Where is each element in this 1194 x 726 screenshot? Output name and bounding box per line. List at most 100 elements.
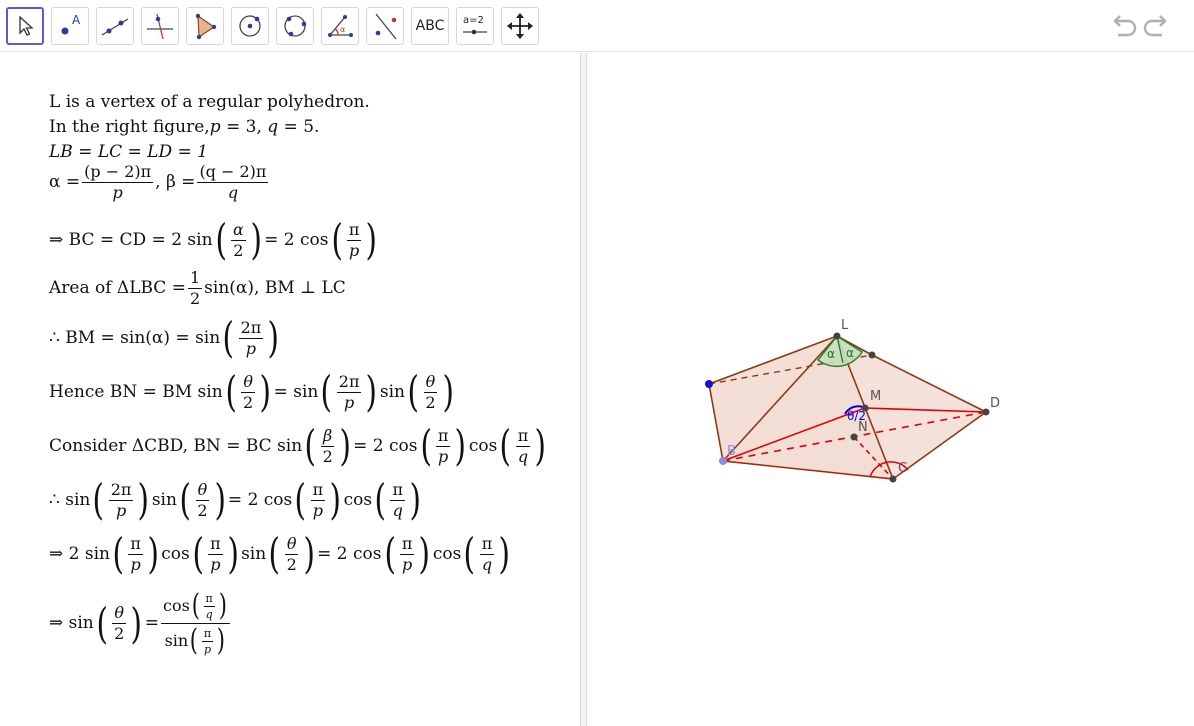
paren-group: 2πp	[220, 317, 281, 359]
paren-group: θ2	[223, 371, 274, 413]
bc-mid: = 2 cos	[264, 229, 329, 250]
move-graphics-view-tool-button[interactable]	[501, 7, 539, 45]
point-N[interactable]	[850, 433, 858, 441]
circle-tool-button[interactable]	[231, 7, 269, 45]
numerator: π	[201, 626, 214, 642]
bm-equation: ∴ BM = sin(α) = sin 2πp	[49, 317, 282, 359]
area-lhs: Area of ΔLBC =	[49, 278, 186, 298]
vertex-D[interactable]	[982, 408, 990, 416]
numerator: π	[208, 533, 223, 555]
label-C: C	[898, 461, 907, 476]
fraction: 2πp	[108, 479, 134, 519]
numerator: π	[390, 479, 405, 501]
text-tool-button[interactable]: ABC	[411, 7, 449, 45]
fraction: πq	[515, 427, 531, 466]
redo-icon[interactable]	[1140, 13, 1172, 41]
cos-word: cos	[468, 435, 498, 456]
vertex-L[interactable]	[833, 332, 841, 340]
numerator: 2π	[108, 479, 134, 501]
label-N: N	[858, 420, 868, 435]
paren-group: θ2	[266, 533, 317, 575]
polygon-tool-button[interactable]	[186, 7, 224, 45]
denominator: p	[204, 642, 212, 656]
angle-tool-button[interactable]: α	[321, 7, 359, 45]
therefore-equation: ∴ sin 2πp sin θ2 = 2 cos πp cos πq	[49, 479, 423, 521]
paren-group: 2πp	[318, 371, 379, 413]
polyhedron-figure: α α θ/2 L M D N B C	[705, 318, 1000, 483]
undo-icon[interactable]	[1108, 13, 1140, 41]
fraction: 2πp	[238, 319, 264, 357]
line-tool-button[interactable]	[96, 7, 134, 45]
denominator: p	[438, 446, 449, 466]
final-equation: ⇒ sin θ2 = cos πq sin πp	[49, 591, 232, 656]
equals-sign: =	[144, 613, 159, 633]
toolbar: A α ABC a=2	[0, 0, 1194, 52]
vertex-right[interactable]	[868, 351, 876, 359]
alpha-label-2: α	[846, 346, 854, 360]
text-line-3: LB = LC = LD = 1	[49, 142, 208, 162]
implies-2sin-equation: ⇒ 2 sin πp cos πp sin θ2 = 2 cos πp cos …	[49, 533, 513, 575]
fraction: 2πp	[336, 371, 362, 411]
sin-word: sin	[151, 489, 177, 510]
paren-group: πp	[418, 425, 469, 467]
numerator: 2π	[336, 371, 362, 393]
fraction: πq	[479, 535, 495, 573]
perpendicular-line-icon	[147, 13, 173, 40]
paren-group: πp	[188, 626, 227, 656]
bc-lhs: ⇒ BC = CD = 2 sin	[49, 229, 213, 250]
half-fraction: 12	[187, 268, 203, 308]
denominator: q	[392, 500, 403, 520]
fraction: πp	[435, 425, 451, 466]
paren-group: πp	[292, 479, 343, 521]
beta-lhs: , β =	[155, 172, 196, 192]
perpendicular-line-tool-button[interactable]	[141, 7, 179, 45]
denominator: p	[312, 500, 324, 520]
graphics-view[interactable]: α α θ/2 L M D N B C	[588, 53, 1194, 726]
cos-word: cos	[162, 596, 190, 615]
denominator: 2	[189, 289, 201, 308]
fraction: πp	[310, 479, 326, 520]
area-equation: Area of ΔLBC = 12 sin(α), BM ⊥ LC	[49, 270, 346, 307]
beta-numerator: (q − 2)π	[197, 162, 269, 183]
big-numerator: cos πq	[160, 591, 231, 624]
point-M[interactable]	[861, 404, 869, 412]
denominator: 2	[233, 240, 244, 260]
fraction: θ2	[112, 605, 127, 642]
reflect-tool-button[interactable]	[366, 7, 404, 45]
algebra-text-panel: L is a vertex of a regular polyhedron. I…	[0, 53, 580, 726]
fraction: θ2	[284, 533, 299, 573]
fraction: β2	[321, 427, 335, 465]
paren-group: θ2	[94, 603, 145, 645]
numerator: π	[346, 219, 362, 241]
paren-group: 2πp	[90, 479, 151, 521]
numerator: π	[435, 425, 451, 447]
panel-divider[interactable]	[580, 53, 587, 726]
text-tool-label: ABC	[415, 18, 445, 34]
eq-2cos: = 2 cos	[227, 489, 293, 510]
implies-sin: ⇒ sin	[49, 613, 94, 633]
denominator: 2	[243, 392, 254, 412]
cos-word: cos	[432, 543, 462, 564]
fraction: πp	[399, 533, 415, 573]
slider-icon: a=2	[463, 15, 487, 35]
numerator: θ	[195, 479, 210, 501]
denominator: p	[210, 554, 221, 574]
denominator: q	[517, 446, 529, 466]
numerator: π	[399, 533, 415, 555]
text-line-2-part: = 5.	[278, 117, 320, 137]
area-rhs: sin(α), BM ⊥ LC	[204, 278, 346, 298]
consider-cbd-equation: Consider ΔCBD, BN = BC sin β2 = 2 cos πp…	[49, 425, 549, 467]
cursor-arrow-icon	[19, 15, 34, 36]
vertex-C[interactable]	[889, 475, 897, 483]
alpha-lhs: α =	[49, 172, 81, 192]
slider-tool-button[interactable]: a=2	[456, 7, 494, 45]
circle-three-points-icon	[284, 15, 307, 37]
point-tool-button[interactable]: A	[51, 7, 89, 45]
numerator: θ	[284, 533, 299, 555]
vertex-B[interactable]	[719, 457, 727, 465]
vertex-left[interactable]	[705, 380, 713, 388]
move-tool-button[interactable]	[6, 7, 44, 45]
circle-three-points-tool-button[interactable]	[276, 7, 314, 45]
numerator: π	[310, 479, 326, 501]
numerator: 1	[187, 268, 203, 289]
